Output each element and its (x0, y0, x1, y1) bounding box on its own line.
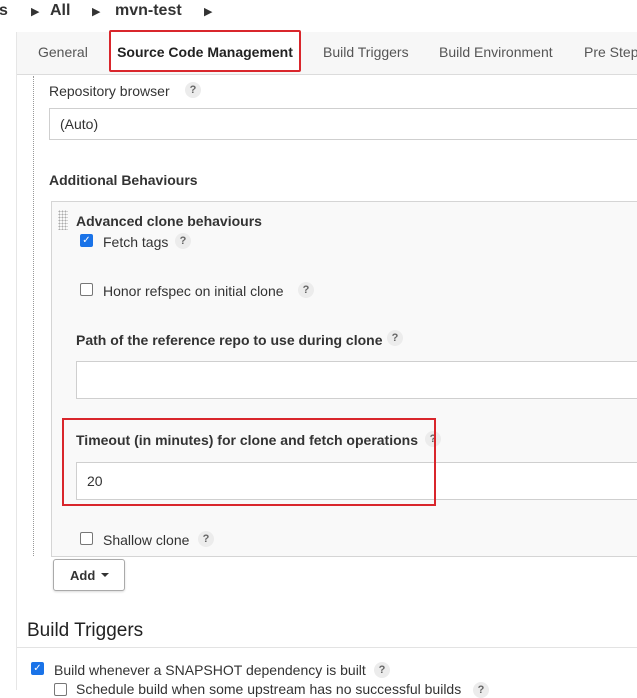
tab-label: Source Code Management (117, 44, 293, 60)
tab-build-environment[interactable]: Build Environment (439, 44, 553, 60)
tab-pre-steps[interactable]: Pre Steps (584, 44, 637, 60)
shallow-clone-label: Shallow clone (103, 532, 190, 548)
breadcrumb-item-job[interactable]: mvn-test (115, 2, 182, 20)
honor-refspec-label: Honor refspec on initial clone (103, 283, 284, 299)
help-icon[interactable]: ? (185, 82, 201, 98)
repo-browser-value: (Auto) (60, 116, 99, 132)
chevron-right-icon[interactable]: ▶ (31, 5, 39, 18)
repo-browser-select[interactable]: (Auto) (49, 108, 637, 140)
drag-handle-icon[interactable] (58, 210, 68, 230)
shallow-clone-checkbox[interactable] (80, 532, 93, 545)
breadcrumb-partial[interactable]: s (0, 2, 8, 20)
snapshot-trigger-checkbox[interactable]: ✓ (31, 662, 44, 675)
schedule-build-label: Schedule build when some upstream has no… (76, 681, 462, 697)
section-title-build-triggers: Build Triggers (27, 620, 144, 641)
honor-refspec-checkbox[interactable] (80, 283, 93, 296)
help-icon[interactable]: ? (175, 233, 191, 249)
clone-behaviour-title: Advanced clone behaviours (76, 213, 262, 229)
add-button-label: Add (70, 568, 96, 583)
chevron-right-icon[interactable]: ▶ (92, 5, 100, 18)
help-icon[interactable]: ? (473, 682, 489, 698)
page-gutter (16, 32, 17, 690)
section-divider (17, 647, 637, 648)
caret-down-icon (101, 573, 109, 577)
tab-build-triggers[interactable]: Build Triggers (323, 44, 409, 60)
chevron-right-icon[interactable]: ▶ (204, 5, 212, 18)
breadcrumb: s ▶ All ▶ mvn-test ▶ (0, 0, 637, 24)
fetch-tags-label: Fetch tags (103, 234, 169, 250)
breadcrumb-item-all[interactable]: All (50, 2, 70, 20)
highlight-box (62, 418, 436, 506)
repo-browser-label: Repository browser (49, 83, 170, 99)
snapshot-trigger-label: Build whenever a SNAPSHOT dependency is … (54, 662, 366, 678)
tab-source-code-management[interactable]: Source Code Management (109, 30, 301, 72)
reference-repo-input[interactable] (76, 361, 637, 399)
add-behaviour-button[interactable]: Add (53, 559, 125, 591)
help-icon[interactable]: ? (298, 282, 314, 298)
help-icon[interactable]: ? (374, 662, 390, 678)
fetch-tags-checkbox[interactable]: ✓ (80, 234, 93, 247)
help-icon[interactable]: ? (387, 330, 403, 346)
additional-behaviours-label: Additional Behaviours (49, 172, 198, 188)
tab-general[interactable]: General (38, 44, 88, 60)
reference-repo-label: Path of the reference repo to use during… (76, 332, 383, 348)
help-icon[interactable]: ? (198, 531, 214, 547)
section-guide-line (33, 76, 34, 556)
